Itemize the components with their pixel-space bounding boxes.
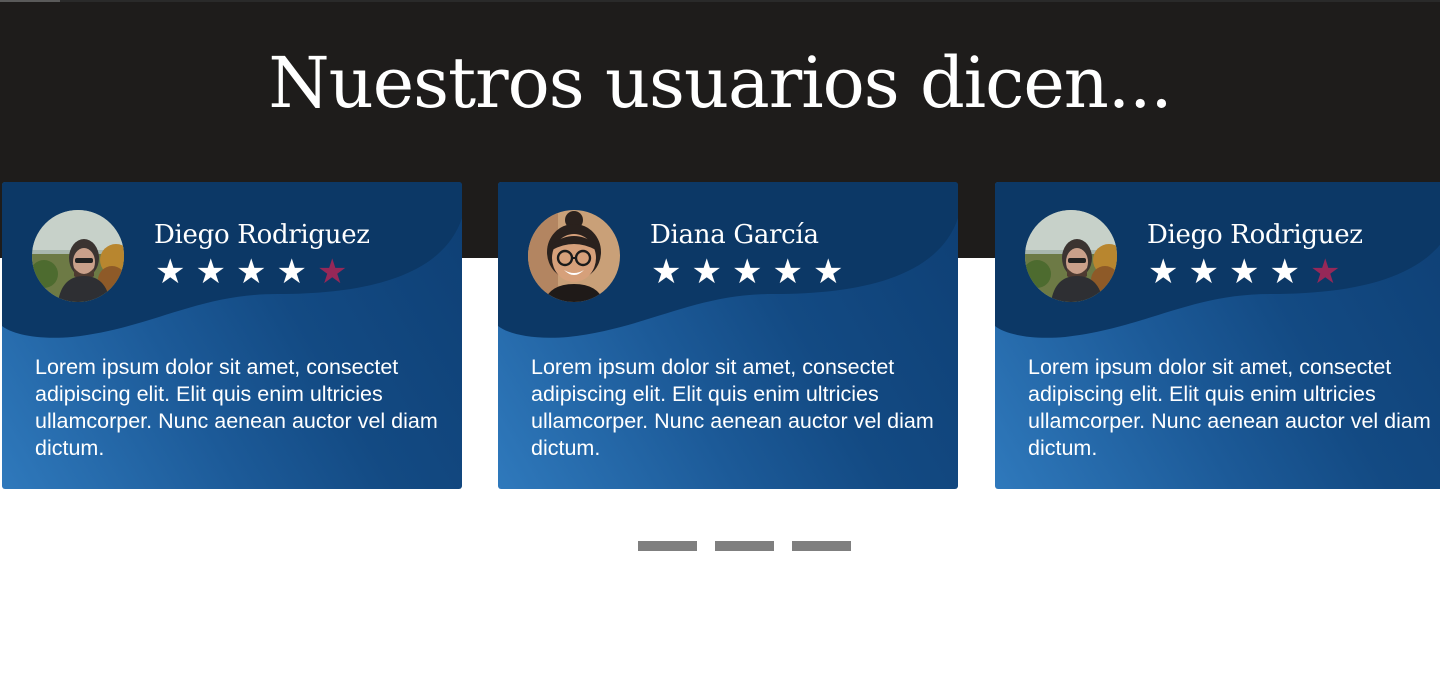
user-name: Diego Rodriguez xyxy=(154,220,370,250)
star-icon: ★ xyxy=(236,252,267,292)
carousel-page-2-button[interactable] xyxy=(715,541,774,551)
rating-stars: ★ ★ ★ ★ ★ xyxy=(646,252,849,292)
review-text: Lorem ipsum dolor sit amet, consectet ad… xyxy=(531,355,934,460)
carousel-page-3-button[interactable] xyxy=(792,541,851,551)
review-text: Lorem ipsum dolor sit amet, consectet ad… xyxy=(35,355,438,460)
rating-stars: ★ ★ ★ ★ ★ xyxy=(1143,252,1346,292)
star-icon: ★ xyxy=(1148,252,1179,292)
star-icon: ★ xyxy=(276,252,307,292)
rating-stars: ★ ★ ★ ★ ★ xyxy=(150,252,353,292)
user-name: Diana García xyxy=(650,220,819,250)
avatar xyxy=(528,210,620,302)
star-icon: ★ xyxy=(772,252,803,292)
review-text: Lorem ipsum dolor sit amet, consectet ad… xyxy=(1028,355,1431,460)
star-icon: ★ xyxy=(155,252,186,292)
carousel-page-1-button[interactable] xyxy=(638,541,697,551)
user-name: Diego Rodriguez xyxy=(1147,220,1363,250)
star-icon: ★ xyxy=(1269,252,1300,292)
carousel-pagination xyxy=(638,541,851,551)
avatar xyxy=(32,210,124,302)
star-icon: ★ xyxy=(195,252,226,292)
star-icon: ★ xyxy=(317,252,348,292)
star-icon: ★ xyxy=(1229,252,1260,292)
testimonial-card: Diego Rodriguez ★ ★ ★ ★ ★ Lorem ipsum dolor … xyxy=(2,182,462,489)
avatar xyxy=(1025,210,1117,302)
star-icon: ★ xyxy=(691,252,722,292)
testimonials-page: Nuestros usuarios dicen... Diego Rodrigu… xyxy=(0,0,1440,680)
testimonial-card: Diego Rodriguez ★ ★ ★ ★ ★ Lorem ipsum dolor … xyxy=(995,182,1440,489)
star-icon: ★ xyxy=(732,252,763,292)
star-icon: ★ xyxy=(813,252,844,292)
star-icon: ★ xyxy=(1310,252,1341,292)
testimonial-card: Diana García ★ ★ ★ ★ ★ Lorem ipsum dolor sit… xyxy=(498,182,958,489)
star-icon: ★ xyxy=(1188,252,1219,292)
star-icon: ★ xyxy=(651,252,682,292)
section-title: Nuestros usuarios dicen... xyxy=(268,42,1172,124)
